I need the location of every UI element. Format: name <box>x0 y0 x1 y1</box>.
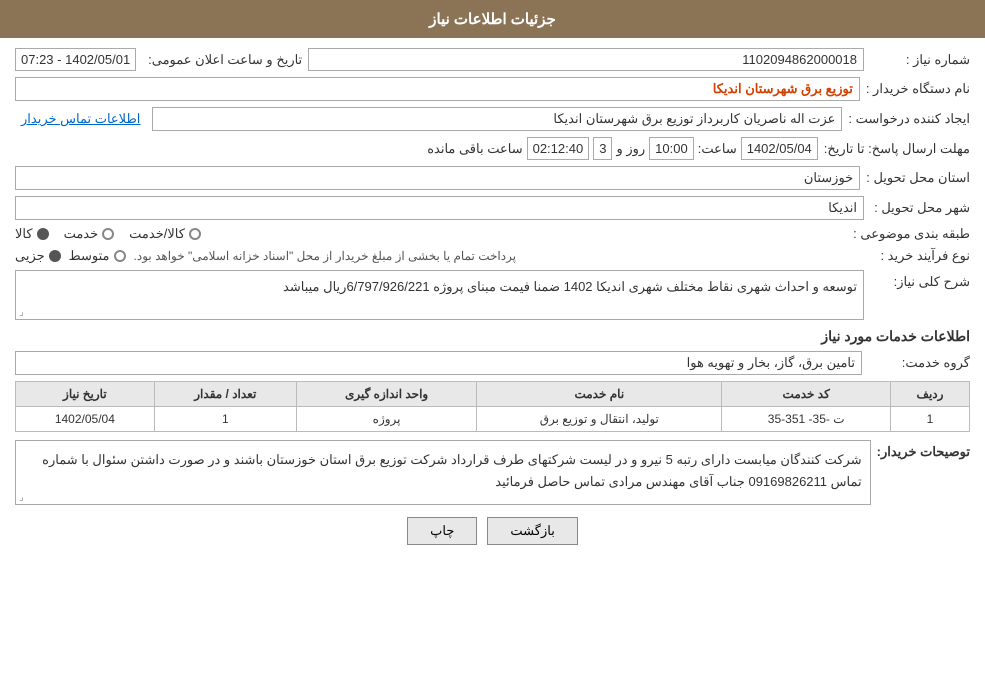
buyer-org-value: توزیع برق شهرستان اندیکا <box>15 77 860 101</box>
cell-date: 1402/05/04 <box>16 407 155 432</box>
col-header-row: ردیف <box>891 382 970 407</box>
print-button[interactable]: چاپ <box>407 517 477 545</box>
deadline-days-label: روز و <box>616 141 645 157</box>
cell-service-name: تولید، انتقال و توزیع برق <box>477 407 722 432</box>
category-kala-item: کالا <box>15 226 49 242</box>
buyer-notes-label: توصیحات خریدار: <box>877 444 970 460</box>
category-kala-khadamat-label: کالا/خدمت <box>129 226 185 242</box>
process-jozi-item: جزیی <box>15 248 61 264</box>
resize-handle: ⌟ <box>19 307 24 318</box>
deadline-time: 10:00 <box>649 137 694 160</box>
category-khadamat-label: خدمت <box>64 226 99 242</box>
remarks-resize-handle: ⌟ <box>19 492 24 503</box>
services-section-title: اطلاعات خدمات مورد نیاز <box>15 328 970 345</box>
cell-code: ت -35- 351-35 <box>722 407 891 432</box>
process-motavaset-label: متوسط <box>69 248 110 264</box>
process-motavaset-radio[interactable] <box>114 250 126 262</box>
process-jozi-radio[interactable] <box>49 250 61 262</box>
category-khadamat-item: خدمت <box>64 226 115 242</box>
col-header-code: کد خدمت <box>722 382 891 407</box>
col-header-unit: واحد اندازه گیری <box>296 382 476 407</box>
category-kala-khadamat-item: کالا/خدمت <box>129 226 201 242</box>
category-kala-khadamat-radio[interactable] <box>189 228 201 240</box>
process-radio-group: پرداخت تمام یا بخشی از مبلغ خریدار از مح… <box>15 248 864 264</box>
deadline-label: مهلت ارسال پاسخ: تا تاریخ: <box>824 141 970 157</box>
province-label: استان محل تحویل : <box>866 170 970 186</box>
announce-label: تاریخ و ساعت اعلان عمومی: <box>142 52 302 68</box>
process-jozi-label: جزیی <box>15 248 45 264</box>
category-label: طبقه بندی موضوعی : <box>853 226 970 242</box>
cell-qty: 1 <box>154 407 296 432</box>
category-khadamat-radio[interactable] <box>102 228 114 240</box>
process-note: پرداخت تمام یا بخشی از مبلغ خریدار از مح… <box>134 249 517 263</box>
process-label: نوع فرآیند خرید : <box>870 248 970 264</box>
province-value: خوزستان <box>15 166 860 190</box>
description-label: شرح کلی نیاز: <box>870 274 970 290</box>
deadline-date: 1402/05/04 <box>741 137 818 160</box>
need-number-value: 1102094862000018 <box>308 48 864 71</box>
deadline-time-label: ساعت: <box>698 141 737 157</box>
city-value: اندیکا <box>15 196 864 220</box>
process-motavaset-item: متوسط <box>69 248 126 264</box>
cell-unit: پروژه <box>296 407 476 432</box>
category-radio-group: کالا/خدمت خدمت کالا <box>15 226 847 242</box>
category-kala-radio[interactable] <box>37 228 49 240</box>
col-header-date: تاریخ نیاز <box>16 382 155 407</box>
page-title: جزئیات اطلاعات نیاز <box>0 0 985 38</box>
deadline-days: 3 <box>593 137 612 160</box>
cell-row-num: 1 <box>891 407 970 432</box>
city-label: شهر محل تحویل : <box>870 200 970 216</box>
service-group-value: تامین برق، گاز، بخار و تهویه هوا <box>15 351 862 375</box>
buyer-org-label: نام دستگاه خریدار : <box>866 81 970 97</box>
buyer-notes-value: شرکت کنندگان میابست دارای رتبه 5 نیرو و … <box>15 440 871 505</box>
button-row: بازگشت چاپ <box>15 517 970 545</box>
col-header-name: نام خدمت <box>477 382 722 407</box>
description-value: توسعه و احداث شهری نقاط مختلف شهری اندیک… <box>15 270 864 320</box>
contact-link[interactable]: اطلاعات تماس خریدار <box>15 108 146 130</box>
creator-value: عزت اله ناصریان کاربرداز توزیع برق شهرست… <box>152 107 842 131</box>
service-group-label: گروه خدمت: <box>870 355 970 371</box>
deadline-remaining: 02:12:40 <box>527 137 590 160</box>
need-number-label: شماره نیاز : <box>870 52 970 68</box>
creator-label: ایجاد کننده درخواست : <box>848 111 970 127</box>
table-row: 1 ت -35- 351-35 تولید، انتقال و توزیع بر… <box>16 407 970 432</box>
deadline-remaining-label: ساعت باقی مانده <box>427 141 522 157</box>
services-table: ردیف کد خدمت نام خدمت واحد اندازه گیری ت… <box>15 381 970 432</box>
category-kala-label: کالا <box>15 226 33 242</box>
back-button[interactable]: بازگشت <box>487 517 577 545</box>
announce-value: 1402/05/01 - 07:23 <box>15 48 136 71</box>
col-header-qty: تعداد / مقدار <box>154 382 296 407</box>
